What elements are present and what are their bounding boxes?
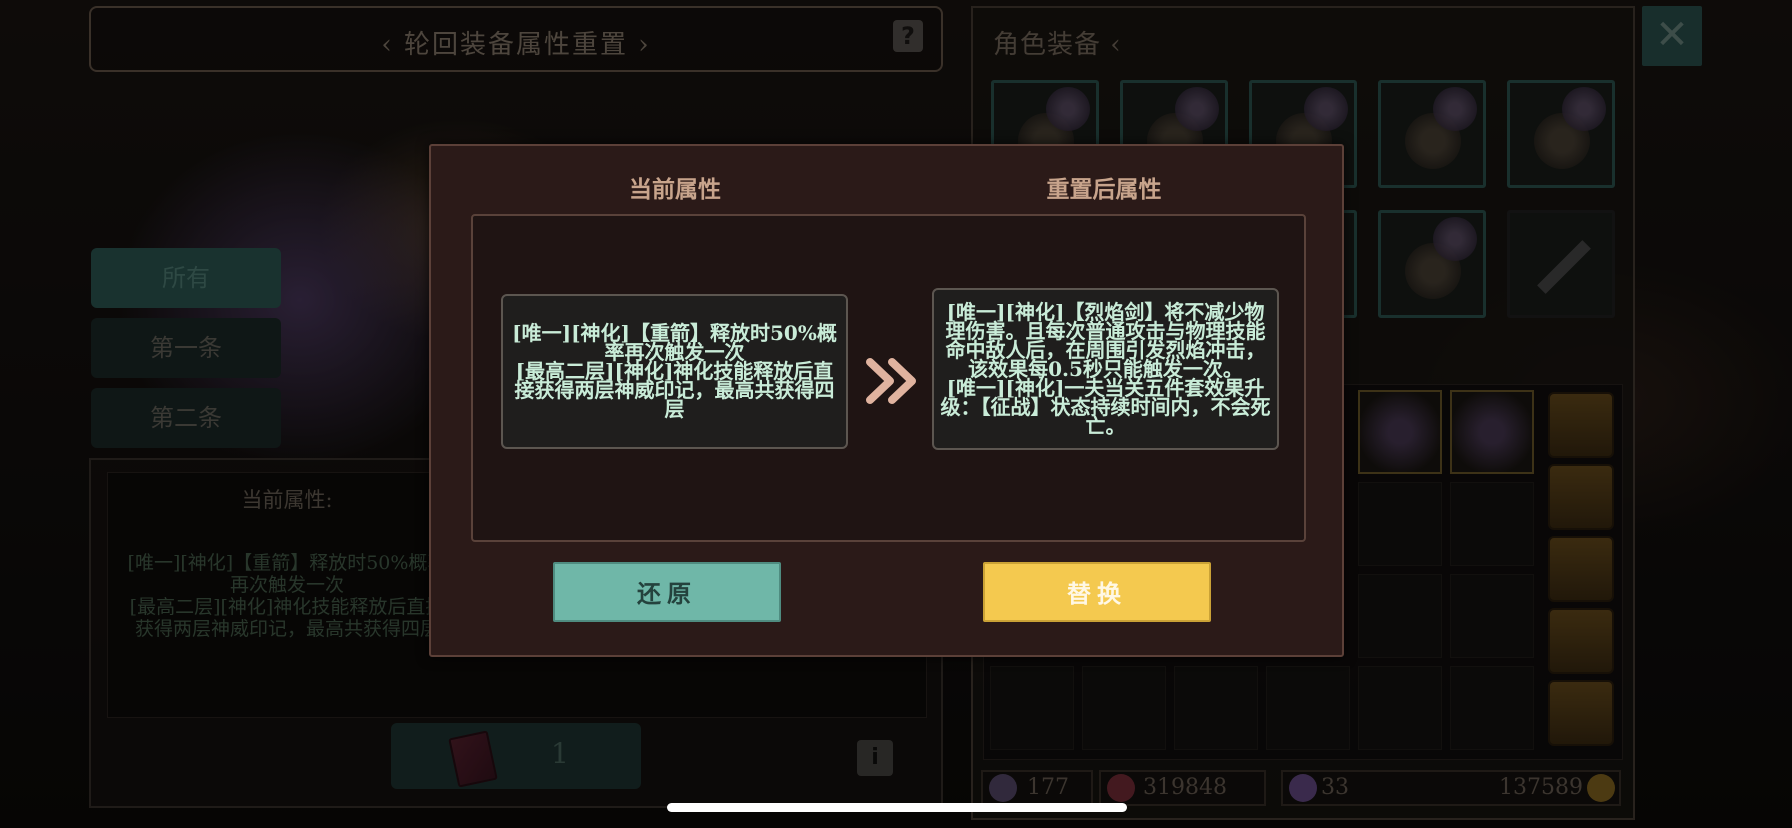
home-indicator[interactable] — [667, 803, 1127, 812]
current-attributes-title: 当前属性 — [629, 176, 721, 203]
current-attribute-box: [唯一][神化]【重箭】释放时50%概率再次触发一次 [最高二层][神化]神化技… — [501, 294, 848, 449]
reset-confirm-dialog: 当前属性 重置后属性 [唯一][神化]【重箭】释放时50%概率再次触发一次 [最… — [429, 144, 1344, 657]
replace-button[interactable]: 替换 — [983, 562, 1211, 622]
reset-attribute-box: [唯一][神化]【烈焰剑】将不减少物理伤害。且每次普通攻击与物理技能命中敌人后，… — [932, 288, 1279, 450]
restore-button[interactable]: 还原 — [553, 562, 781, 622]
attribute-compare-area: [唯一][神化]【重箭】释放时50%概率再次触发一次 [最高二层][神化]神化技… — [471, 214, 1306, 542]
double-arrow-icon — [866, 358, 916, 404]
current-attribute-text: [唯一][神化]【重箭】释放时50%概率再次触发一次 [最高二层][神化]神化技… — [512, 321, 837, 421]
reset-attributes-title: 重置后属性 — [1046, 176, 1162, 203]
reset-attribute-text: [唯一][神化]【烈焰剑】将不减少物理伤害。且每次普通攻击与物理技能命中敌人后，… — [940, 299, 1271, 438]
